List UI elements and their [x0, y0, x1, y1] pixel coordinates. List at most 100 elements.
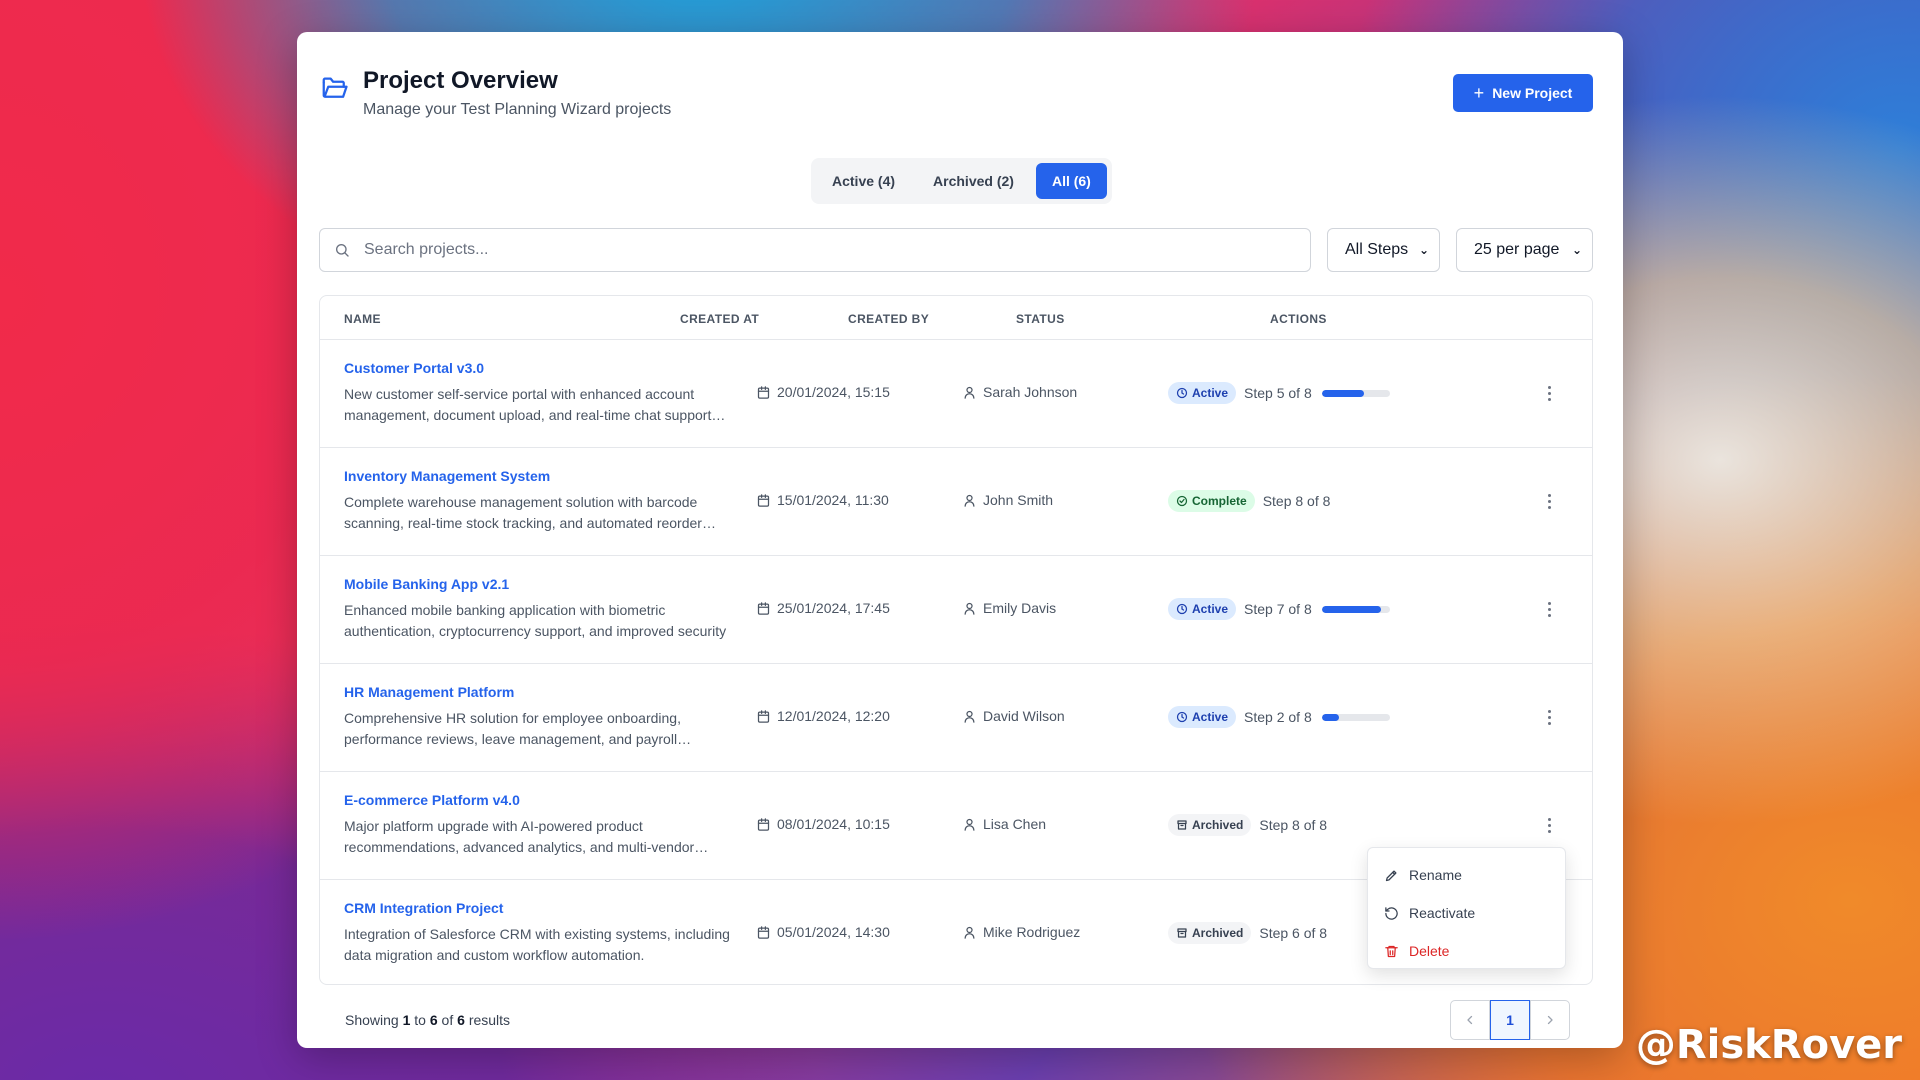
steps-filter-value: All Steps	[1345, 241, 1409, 258]
project-description: New customer self-service portal with en…	[344, 386, 712, 423]
per-page-value: 25 per page	[1474, 241, 1560, 258]
project-name-cell: E-commerce Platform v4.0 Major platform …	[344, 792, 744, 858]
menu-rename-label: Rename	[1409, 867, 1462, 883]
created-at-value: 15/01/2024, 11:30	[777, 492, 889, 508]
created-at-value: 12/01/2024, 12:20	[777, 708, 890, 724]
folder-open-icon	[322, 77, 348, 98]
more-vertical-icon	[1548, 385, 1552, 401]
row-actions-button[interactable]	[1542, 706, 1558, 728]
results-total: 6	[457, 1012, 465, 1028]
status-badge-label: Active	[1192, 710, 1229, 724]
menu-item-delete[interactable]: Delete	[1368, 932, 1565, 970]
created-by-value: David Wilson	[983, 708, 1065, 724]
created-at-cell: 05/01/2024, 14:30	[756, 924, 890, 940]
project-name-link[interactable]: Inventory Management System	[344, 468, 744, 484]
status-badge: Complete	[1168, 490, 1255, 512]
page-button-current[interactable]: 1	[1490, 1000, 1530, 1040]
project-name-link[interactable]: Customer Portal v3.0	[344, 360, 744, 376]
table-row: Mobile Banking App v2.1 Enhanced mobile …	[320, 556, 1592, 664]
created-by-value: Sarah Johnson	[983, 384, 1078, 400]
step-text: Step 8 of 8	[1262, 493, 1331, 509]
user-icon	[964, 926, 975, 939]
check-circle-icon	[1176, 495, 1188, 507]
new-project-button[interactable]: + New Project	[1453, 74, 1593, 112]
header-status: STATUS	[1016, 312, 1065, 326]
row-actions-button[interactable]	[1542, 814, 1558, 836]
page-subtitle: Manage your Test Planning Wizard project…	[363, 101, 672, 118]
project-name-link[interactable]: HR Management Platform	[344, 684, 744, 700]
user-icon	[964, 386, 975, 399]
user-icon	[964, 818, 975, 831]
row-actions-menu: Rename Reactivate Delete	[1367, 847, 1566, 969]
more-vertical-icon	[1548, 709, 1552, 725]
next-page-button[interactable]	[1530, 1000, 1570, 1040]
created-by-value: Mike Rodriguez	[983, 924, 1081, 940]
trash-icon	[1385, 945, 1398, 957]
step-text: Step 8 of 8	[1259, 817, 1328, 833]
table-row: Customer Portal v3.0 New customer self-s…	[320, 340, 1592, 448]
tab-archived[interactable]: Archived (2)	[917, 163, 1030, 199]
status-badge: Active	[1168, 598, 1237, 620]
calendar-icon	[757, 385, 770, 399]
per-page-select[interactable]: 25 per page ⌄	[1456, 228, 1593, 272]
status-badge-label: Complete	[1192, 494, 1247, 508]
calendar-icon	[757, 817, 770, 831]
project-description: Integration of Salesforce CRM with exist…	[344, 926, 730, 963]
chevron-left-icon	[1467, 1015, 1473, 1025]
watermark: @RiskRover	[1635, 1022, 1902, 1068]
created-by-cell: Sarah Johnson	[962, 384, 1077, 400]
progress-bar-fill	[1321, 713, 1339, 721]
progress-bar	[1321, 605, 1390, 613]
created-by-value: Lisa Chen	[983, 816, 1047, 832]
created-by-cell: Mike Rodriguez	[962, 924, 1080, 940]
created-at-value: 05/01/2024, 14:30	[777, 924, 890, 940]
results-from: 1	[402, 1012, 411, 1028]
status-cell: Archived Step 6 of 8	[1168, 922, 1327, 944]
project-description: Enhanced mobile banking application with…	[344, 602, 727, 639]
table-row: Inventory Management System Complete war…	[320, 448, 1592, 556]
step-text: Step 2 of 8	[1244, 709, 1312, 725]
row-actions-button[interactable]	[1542, 382, 1558, 404]
project-name-cell: Inventory Management System Complete war…	[344, 468, 744, 534]
menu-item-reactivate[interactable]: Reactivate	[1368, 894, 1565, 932]
archive-icon	[1177, 820, 1187, 830]
clock-icon	[1176, 711, 1188, 723]
status-cell: Active Step 7 of 8	[1168, 598, 1390, 620]
page-title: Project Overview	[363, 67, 558, 94]
tab-all[interactable]: All (6)	[1035, 163, 1107, 199]
header-created-by: CREATED BY	[848, 312, 930, 326]
project-name-cell: Mobile Banking App v2.1 Enhanced mobile …	[344, 576, 744, 642]
project-description: Major platform upgrade with AI-powered p…	[344, 818, 695, 855]
row-actions-button[interactable]	[1542, 490, 1558, 512]
created-by-value: John Smith	[983, 492, 1054, 508]
page-header: Project Overview Manage your Test Planni…	[319, 65, 1593, 125]
plus-icon: +	[1473, 83, 1485, 103]
status-badge-label: Archived	[1192, 818, 1244, 832]
showing-word: Showing	[345, 1012, 399, 1028]
created-at-cell: 25/01/2024, 17:45	[756, 600, 890, 616]
of-word: of	[441, 1012, 454, 1028]
prev-page-button[interactable]	[1450, 1000, 1490, 1040]
filter-tabs: Active (4) Archived (2) All (6)	[811, 158, 1112, 204]
tab-active[interactable]: Active (4)	[816, 163, 911, 199]
project-description: Complete warehouse management solution w…	[344, 494, 702, 531]
project-name-link[interactable]: E-commerce Platform v4.0	[344, 792, 744, 808]
step-text: Step 6 of 8	[1259, 925, 1328, 941]
status-badge-label: Active	[1192, 386, 1229, 400]
created-at-cell: 08/01/2024, 10:15	[756, 816, 890, 832]
project-name-link[interactable]: CRM Integration Project	[344, 900, 744, 916]
project-name-link[interactable]: Mobile Banking App v2.1	[344, 576, 744, 592]
menu-item-rename[interactable]: Rename	[1368, 856, 1565, 894]
status-badge: Active	[1168, 706, 1237, 728]
new-project-label: New Project	[1492, 85, 1573, 101]
calendar-icon	[757, 493, 770, 507]
steps-filter-select[interactable]: All Steps ⌄	[1327, 228, 1440, 272]
created-at-value: 08/01/2024, 10:15	[777, 816, 890, 832]
row-actions-button[interactable]	[1542, 598, 1558, 620]
to-word: to	[414, 1012, 426, 1028]
more-vertical-icon	[1548, 601, 1552, 617]
search-input[interactable]	[364, 241, 1264, 259]
created-by-cell: David Wilson	[962, 708, 1065, 724]
chevron-down-icon: ⌄	[1418, 243, 1429, 257]
step-text: Step 5 of 8	[1244, 385, 1312, 401]
